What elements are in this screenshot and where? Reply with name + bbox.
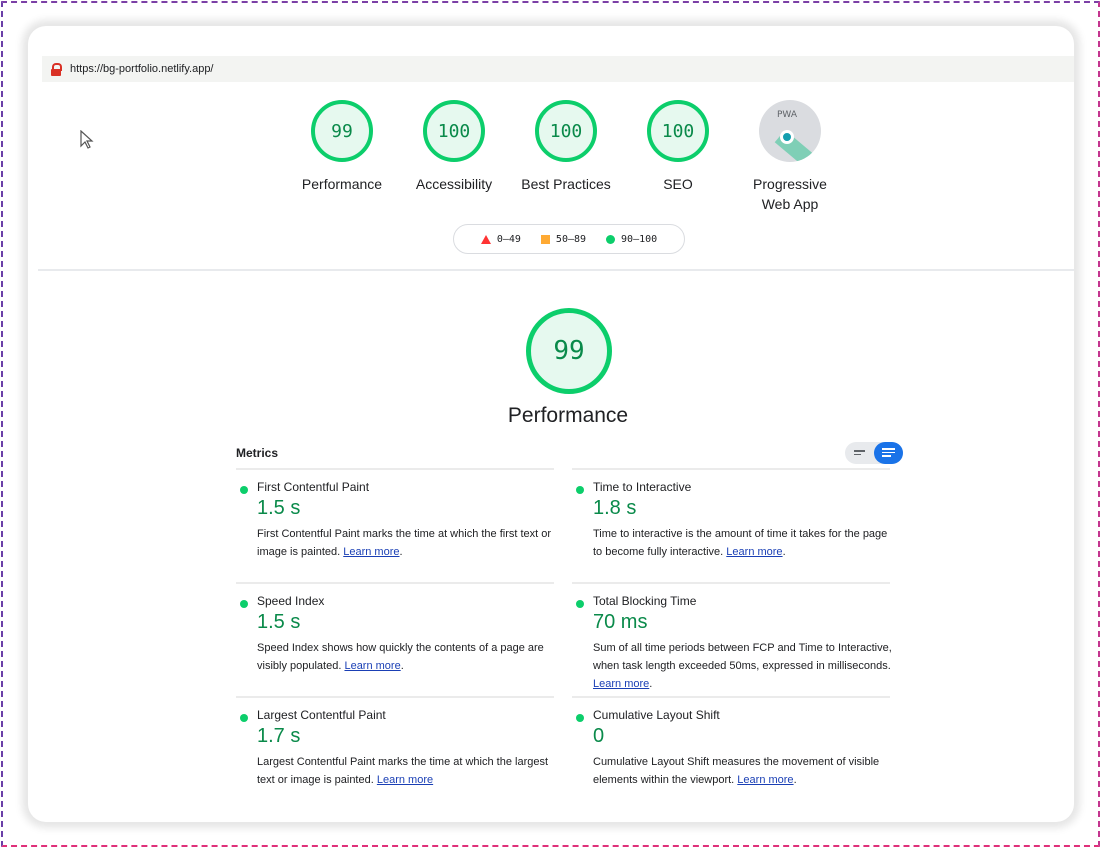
metric-value: 1.8 s — [593, 497, 637, 519]
gauge-pwa[interactable]: PWA Progressive Web App — [734, 100, 846, 214]
circle-icon — [606, 234, 616, 244]
metric-name: Largest Contentful Paint — [257, 708, 386, 722]
learn-more-link[interactable]: Learn more — [737, 774, 793, 786]
gauge-label: Performance — [301, 176, 383, 192]
metric-name: First Contentful Paint — [257, 480, 370, 494]
compact-view-icon[interactable] — [854, 450, 865, 456]
pass-dot-icon — [240, 714, 248, 722]
legend-pass: 90–100 — [606, 234, 657, 245]
metric-value: 0 — [593, 725, 605, 747]
category-gauges: 99 Performance 100 Accessibility 100 Bes… — [286, 100, 846, 214]
gauge-label: Best Practices — [521, 176, 611, 192]
metric-description: Sum of all time periods between FCP and … — [593, 642, 892, 690]
score-ring: 100 — [423, 100, 485, 162]
browser-window: https://bg-portfolio.netlify.app/ 99 Per… — [28, 26, 1074, 822]
metrics-column-right: Time to Interactive 1.8 s Time to intera… — [572, 468, 892, 810]
address-bar[interactable]: https://bg-portfolio.netlify.app/ — [42, 56, 1074, 82]
metric-value: 1.7 s — [257, 725, 301, 747]
mouse-pointer-icon — [80, 130, 94, 149]
expanded-view-icon[interactable] — [874, 442, 903, 464]
metric-description: Time to interactive is the amount of tim… — [593, 528, 888, 558]
legend-fail-range: 0–49 — [496, 233, 521, 245]
metric-description: First Contentful Paint marks the time at… — [257, 528, 552, 558]
metric-value: 1.5 s — [257, 497, 301, 519]
learn-more-link[interactable]: Learn more — [344, 660, 400, 672]
metric-description: Largest Contentful Paint marks the time … — [257, 756, 549, 786]
legend-average-range: 50–89 — [555, 233, 587, 245]
metric-value: 70 ms — [593, 611, 648, 633]
legend-average: 50–89 — [540, 233, 587, 245]
legend-fail: 0–49 — [480, 233, 521, 245]
metric-description: Cumulative Layout Shift measures the mov… — [593, 756, 880, 786]
metric-name: Cumulative Layout Shift — [593, 708, 720, 722]
learn-more-link[interactable]: Learn more — [593, 678, 649, 690]
metrics-heading: Metrics — [236, 446, 279, 460]
learn-more-link[interactable]: Learn more — [377, 774, 433, 786]
pass-dot-icon — [576, 600, 584, 608]
metric-cumulative-layout-shift: Cumulative Layout Shift 0 Cumulative Lay… — [572, 696, 890, 810]
gauge-best-practices[interactable]: 100 Best Practices — [510, 100, 622, 214]
pass-dot-icon — [240, 486, 248, 494]
metric-description: Speed Index shows how quickly the conten… — [257, 642, 544, 672]
score-ring: 100 — [535, 100, 597, 162]
square-icon — [540, 234, 550, 244]
metric-time-to-interactive: Time to Interactive 1.8 s Time to intera… — [572, 468, 890, 582]
pwa-badge-icon: PWA — [759, 100, 821, 162]
gauge-seo[interactable]: 100 SEO — [622, 100, 734, 214]
metric-name: Time to Interactive — [593, 480, 692, 494]
pwa-label-line2: Web App — [761, 196, 819, 212]
metrics-view-toggle[interactable] — [845, 442, 903, 464]
metric-speed-index: Speed Index 1.5 s Speed Index shows how … — [236, 582, 554, 696]
gauge-label: SEO — [663, 176, 693, 192]
learn-more-link[interactable]: Learn more — [726, 546, 782, 558]
metric-value: 1.5 s — [257, 611, 301, 633]
learn-more-link[interactable]: Learn more — [343, 546, 399, 558]
metric-first-contentful-paint: First Contentful Paint 1.5 s First Conte… — [236, 468, 554, 582]
metric-total-blocking-time: Total Blocking Time 70 ms Sum of all tim… — [572, 582, 892, 696]
metric-name: Speed Index — [257, 594, 325, 608]
performance-title: Performance — [507, 404, 629, 427]
legend-pass-range: 90–100 — [621, 233, 658, 245]
gauge-label: Progressive Web App — [753, 174, 827, 214]
score-ring: 99 — [311, 100, 373, 162]
performance-score-gauge: 99 — [526, 308, 612, 394]
metric-largest-contentful-paint: Largest Contentful Paint 1.7 s Largest C… — [236, 696, 554, 810]
pass-dot-icon — [576, 486, 584, 494]
section-divider — [38, 269, 1074, 271]
pass-dot-icon — [576, 714, 584, 722]
gauge-accessibility[interactable]: 100 Accessibility — [398, 100, 510, 214]
pwa-label-line1: Progressive — [753, 176, 827, 192]
url-text: https://bg-portfolio.netlify.app/ — [70, 63, 214, 75]
score-scale-legend: 0–49 50–89 90–100 — [453, 224, 685, 254]
pass-dot-icon — [240, 600, 248, 608]
gauge-performance[interactable]: 99 Performance — [286, 100, 398, 214]
pwa-badge-text: PWA — [777, 110, 797, 120]
gauge-label: Accessibility — [415, 176, 493, 192]
score-ring: 100 — [647, 100, 709, 162]
metric-name: Total Blocking Time — [593, 594, 697, 608]
not-secure-lock-icon — [50, 62, 62, 76]
metrics-column-left: First Contentful Paint 1.5 s First Conte… — [236, 468, 554, 810]
triangle-icon — [480, 234, 491, 244]
